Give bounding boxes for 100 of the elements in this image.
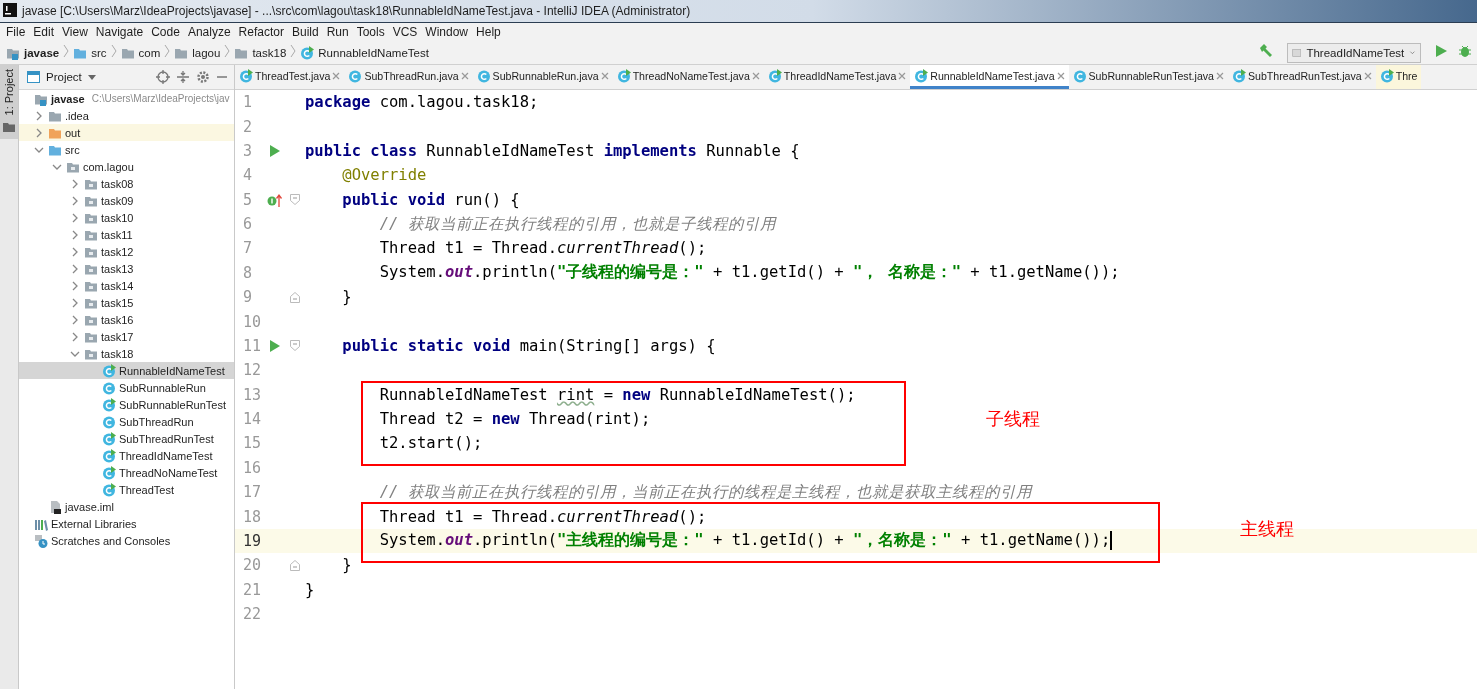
breadcrumb[interactable]: javase — [6, 45, 60, 60]
breadcrumb[interactable]: lagou — [174, 45, 221, 60]
menu-item[interactable]: View — [58, 25, 92, 39]
runnable-class-icon — [102, 465, 116, 480]
run-configuration-dropdown[interactable]: ThreadIdNameTest — [1287, 42, 1421, 63]
fold-icon — [290, 291, 300, 303]
menu-item[interactable]: Edit — [29, 25, 59, 39]
tree-item[interactable]: task16 — [19, 311, 234, 328]
chevron-icon — [164, 44, 171, 58]
close-icon — [1363, 71, 1372, 80]
file-icon — [48, 499, 62, 514]
breadcrumb[interactable]: RunnableIdNameTest — [300, 45, 429, 60]
menu-item[interactable]: Analyze — [183, 25, 235, 39]
tree-item[interactable]: javase.iml — [19, 498, 234, 515]
run-icon — [1434, 44, 1448, 58]
class-icon — [476, 68, 491, 83]
tree-item[interactable]: ThreadNoNameTest — [19, 464, 234, 481]
menu-item[interactable]: File — [2, 25, 30, 39]
runnable-class-icon — [1232, 68, 1246, 83]
menu-item[interactable]: VCS — [388, 25, 422, 39]
crosshair-icon — [156, 70, 170, 84]
tree-item[interactable]: SubThreadRun — [19, 413, 234, 430]
fold-icon — [290, 340, 300, 352]
editor-tab[interactable]: ThreadTest.java — [235, 65, 345, 89]
tree-item[interactable]: src — [19, 141, 234, 158]
menu-item[interactable]: Build — [287, 25, 323, 39]
window-title: javase [C:\Users\Marz\IdeaProjects\javase] - ...\src\com\lagou\task18\RunnableIdNameTest.java - IntelliJ IDEA (Administrator) — [22, 4, 691, 18]
panel-icon — [27, 71, 40, 83]
tree-item[interactable]: com.lagou — [19, 158, 234, 175]
class-icon — [102, 414, 116, 429]
close-icon — [600, 71, 609, 80]
line-number: 2 — [242, 117, 254, 136]
menu-item[interactable]: Help — [472, 25, 505, 39]
tree-item[interactable]: task18 — [19, 345, 234, 362]
editor-tab[interactable]: SubRunnableRun.java — [472, 65, 613, 89]
tree-item[interactable]: out — [19, 124, 234, 141]
tree-item[interactable]: task09 — [19, 192, 234, 209]
tree-item[interactable]: task13 — [19, 260, 234, 277]
settings-icon — [196, 70, 210, 84]
code-line: Thread t2 = new Thread(rint); — [378, 410, 651, 429]
tree-item[interactable]: task14 — [19, 277, 234, 294]
scratch-icon — [34, 533, 48, 548]
editor-tab[interactable]: SubRunnableRunTest.java — [1068, 65, 1228, 89]
code-line: public void run() { — [341, 190, 520, 209]
tree-item[interactable]: ThreadTest — [19, 481, 234, 498]
text-caret — [1110, 531, 1113, 551]
line-number: 5 — [242, 190, 254, 209]
breadcrumb[interactable]: task18 — [234, 45, 287, 60]
menu-item[interactable]: Window — [421, 25, 473, 39]
chevron-icon — [290, 44, 297, 58]
tree-item[interactable]: SubRunnableRunTest — [19, 396, 234, 413]
tree-item[interactable]: task08 — [19, 175, 234, 192]
tree-item[interactable]: Scratches and Consoles — [19, 532, 234, 549]
code-line: RunnableIdNameTest rint = new RunnableIdNameTest(); — [378, 385, 856, 404]
tree-item[interactable]: SubRunnableRun — [19, 379, 234, 396]
editor-tab[interactable]: ThreadIdNameTest.java — [763, 65, 911, 89]
tree-item[interactable]: task15 — [19, 294, 234, 311]
line-number: 1 — [242, 93, 254, 112]
menu-item[interactable]: Run — [322, 25, 353, 39]
annotation-label: 主线程 — [1240, 516, 1295, 541]
tree-item[interactable]: task10 — [19, 209, 234, 226]
runnable-class-icon — [616, 68, 631, 83]
menu-item[interactable]: Code — [147, 25, 184, 39]
menu-item[interactable]: Refactor — [234, 25, 288, 39]
breadcrumb[interactable]: com — [120, 45, 161, 60]
class-icon — [348, 68, 363, 83]
menu-item[interactable]: Tools — [352, 25, 389, 39]
tree-item[interactable]: ThreadIdNameTest — [19, 447, 234, 464]
editor-tab[interactable]: Thre — [1375, 65, 1422, 89]
tree-item[interactable]: RunnableIdNameTest — [19, 362, 234, 379]
tree-item[interactable]: .idea — [19, 107, 234, 124]
close-icon — [460, 71, 469, 80]
line-number: 22 — [242, 605, 261, 624]
tree-item[interactable]: task11 — [19, 226, 234, 243]
chevron-icon — [110, 44, 117, 58]
line-number: 4 — [242, 166, 254, 185]
tree-item[interactable]: javase C:\Users\Marz\IdeaProjects\jav — [19, 90, 234, 107]
editor-tab[interactable]: RunnableIdNameTest.java — [910, 65, 1069, 89]
override-icon — [267, 192, 283, 207]
editor-tab[interactable]: SubThreadRun.java — [344, 65, 473, 89]
chevron-icon — [63, 44, 70, 58]
breadcrumb[interactable]: src — [73, 45, 107, 60]
tree-item[interactable]: SubThreadRunTest — [19, 430, 234, 447]
bug-icon — [1458, 44, 1472, 58]
panel-title-dropdown[interactable]: Project — [46, 71, 82, 83]
project-tool-tab[interactable]: 1: Project — [0, 65, 18, 140]
run-icon — [269, 339, 281, 352]
editor-tab[interactable]: SubThreadRunTest.java — [1228, 65, 1376, 89]
editor-tab[interactable]: ThreadNoNameTest.java — [612, 65, 764, 89]
tree-item[interactable]: External Libraries — [19, 515, 234, 532]
tree-item[interactable]: task17 — [19, 328, 234, 345]
menu-item[interactable]: Navigate — [91, 25, 148, 39]
fold-icon — [290, 559, 300, 571]
class-icon — [1072, 68, 1087, 83]
code-line: } — [341, 288, 352, 307]
line-number: 19 — [242, 531, 261, 550]
collapse-icon — [176, 70, 190, 84]
code-line: Thread t1 = Thread.currentThread(); — [378, 239, 707, 258]
code-line: public class RunnableIdNameTest implements Runnable { — [305, 141, 800, 160]
tree-item[interactable]: task12 — [19, 243, 234, 260]
